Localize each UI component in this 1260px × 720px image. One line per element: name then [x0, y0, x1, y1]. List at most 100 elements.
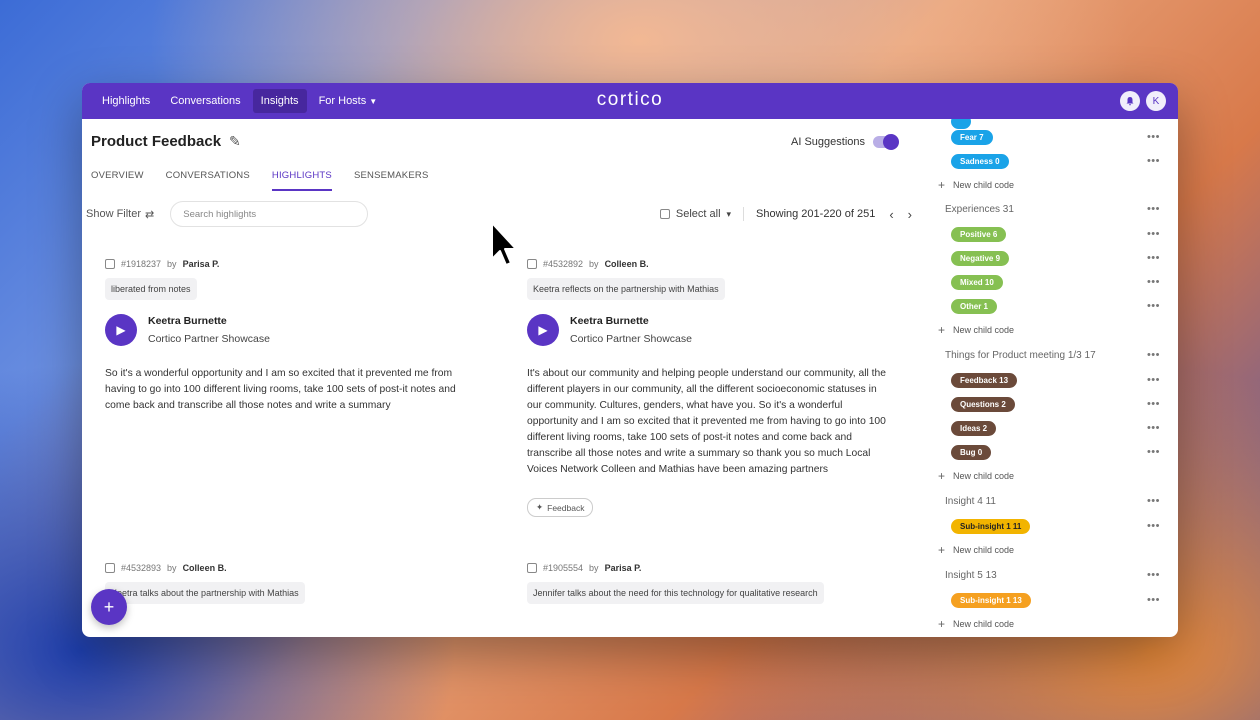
highlight-author: Colleen B.: [182, 563, 227, 573]
plus-icon: +: [938, 323, 946, 337]
more-icon[interactable]: •••: [1147, 276, 1160, 288]
highlight-checkbox[interactable]: [527, 563, 537, 573]
plus-icon: +: [938, 178, 946, 192]
conversation-name: Cortico Partner Showcase: [148, 333, 270, 345]
highlight-checkbox[interactable]: [527, 259, 537, 269]
tab-overview[interactable]: OVERVIEW: [91, 170, 144, 191]
code-pill[interactable]: Mixed 10: [951, 274, 1003, 290]
top-nav-bar: Highlights Conversations Insights For Ho…: [82, 83, 1178, 119]
more-icon[interactable]: •••: [1147, 422, 1160, 434]
toggle-knob: [883, 133, 899, 150]
highlight-card[interactable]: #4532893 by Colleen B. Keetra talks abou…: [105, 563, 495, 604]
user-avatar[interactable]: K: [1146, 91, 1166, 111]
add-button[interactable]: +: [91, 589, 127, 625]
highlight-title: liberated from notes: [105, 278, 197, 300]
feedback-tag[interactable]: ✦ Feedback: [527, 498, 594, 517]
more-icon[interactable]: •••: [1147, 252, 1160, 264]
more-icon[interactable]: •••: [1147, 594, 1160, 606]
more-icon[interactable]: •••: [1147, 520, 1160, 532]
ai-suggestions-toggle[interactable]: [873, 133, 899, 150]
more-icon[interactable]: •••: [1147, 131, 1160, 143]
more-icon[interactable]: •••: [1147, 349, 1160, 361]
select-all-checkbox[interactable]: [659, 209, 670, 219]
code-row: Positive 6 •••: [922, 224, 1178, 244]
bell-icon[interactable]: [1120, 91, 1140, 111]
sparkle-icon: ✦: [536, 502, 544, 512]
code-pill[interactable]: Positive 6: [951, 226, 1007, 242]
more-icon[interactable]: •••: [1147, 300, 1160, 312]
new-child-row[interactable]: + New child code: [922, 540, 1178, 560]
nav-conversations[interactable]: Conversations: [162, 89, 248, 113]
code-pill[interactable]: Other 1: [951, 298, 998, 314]
new-child-row[interactable]: + New child code: [922, 614, 1178, 634]
codebook-panel: . Fear 7 ••• Sadness 0 ••• + New child co…: [922, 119, 1178, 637]
speaker-name: Keetra Burnette: [148, 315, 227, 327]
tab-conversations[interactable]: CONVERSATIONS: [166, 170, 250, 191]
nav-highlights[interactable]: Highlights: [94, 89, 158, 113]
group-row[interactable]: Insight 4 11 •••: [922, 491, 1178, 511]
play-icon[interactable]: ▶: [527, 314, 559, 346]
highlight-id: #1918237: [121, 259, 162, 269]
more-icon[interactable]: •••: [1147, 374, 1160, 386]
code-pill[interactable]: Fear 7: [951, 129, 993, 145]
code-pill[interactable]: Ideas 2: [951, 420, 997, 436]
show-filter-label: Show Filter: [86, 208, 142, 220]
code-pill[interactable]: Sub-insight 1 13: [951, 592, 1031, 608]
page-title: Product Feedback: [91, 133, 222, 150]
highlight-checkbox[interactable]: [105, 259, 115, 269]
more-icon[interactable]: •••: [1147, 446, 1160, 458]
nav-for-hosts-label: For Hosts: [318, 95, 367, 107]
group-row[interactable]: Things for Product meeting 1/3 17 •••: [922, 345, 1178, 365]
more-icon[interactable]: •••: [1147, 155, 1160, 167]
highlight-by: by: [167, 563, 177, 573]
group-row[interactable]: Experiences 31 •••: [922, 199, 1178, 219]
code-pill[interactable]: Negative 9: [951, 250, 1010, 266]
next-page-icon[interactable]: ›: [908, 207, 912, 222]
tab-sensemakers[interactable]: SENSEMAKERS: [354, 170, 429, 191]
plus-icon: +: [938, 469, 946, 483]
code-pill[interactable]: Sadness 0: [951, 153, 1009, 169]
code-row: Fear 7 •••: [922, 127, 1178, 147]
nav-for-hosts[interactable]: For Hosts ▼: [311, 89, 386, 113]
highlight-title: Keetra reflects on the partnership with …: [527, 278, 725, 300]
code-pill[interactable]: Bug 0: [951, 444, 992, 460]
code-row: Other 1 •••: [922, 296, 1178, 316]
speaker-name: Keetra Burnette: [570, 315, 649, 327]
prev-page-icon[interactable]: ‹: [889, 207, 893, 222]
more-icon[interactable]: •••: [1147, 569, 1160, 581]
highlight-author: Parisa P.: [604, 563, 642, 573]
select-all-control[interactable]: Select all ▾: [659, 208, 731, 220]
code-row: Feedback 13 •••: [922, 370, 1178, 390]
new-child-label: New child code: [953, 325, 1015, 335]
highlight-by: by: [589, 563, 599, 573]
code-pill[interactable]: Questions 2: [951, 396, 1015, 412]
new-child-row[interactable]: + New child code: [922, 320, 1178, 340]
more-icon[interactable]: •••: [1147, 398, 1160, 410]
new-child-row[interactable]: + New child code: [922, 466, 1178, 486]
search-input[interactable]: [170, 201, 369, 227]
play-icon[interactable]: ▶: [105, 314, 137, 346]
tag-label: Feedback: [547, 502, 585, 513]
pencil-icon[interactable]: ✎: [229, 133, 241, 150]
nav-insights[interactable]: Insights: [252, 89, 307, 113]
code-row: Ideas 2 •••: [922, 418, 1178, 438]
highlight-id: #4532893: [121, 563, 162, 573]
more-icon[interactable]: •••: [1147, 495, 1160, 507]
group-row[interactable]: Insight 5 13 •••: [922, 565, 1178, 585]
show-filter-button[interactable]: Show Filter ⇄: [86, 208, 154, 221]
group-title: Things for Product meeting 1/3 17: [945, 349, 1096, 361]
new-child-row[interactable]: + New child code: [922, 175, 1178, 195]
highlight-card[interactable]: #4532892 by Colleen B. Keetra reflects o…: [527, 259, 917, 517]
ai-suggestions-label: AI Suggestions: [791, 135, 865, 148]
tab-highlights[interactable]: HIGHLIGHTS: [271, 170, 332, 191]
code-pill[interactable]: Sub-insight 1 11: [951, 518, 1031, 534]
highlight-card[interactable]: #1905554 by Parisa P. Jennifer talks abo…: [527, 563, 917, 604]
filter-arrows-icon: ⇄: [145, 208, 155, 221]
more-icon[interactable]: •••: [1147, 228, 1160, 240]
highlight-checkbox[interactable]: [105, 563, 115, 573]
new-child-label: New child code: [953, 619, 1015, 629]
highlight-author: Colleen B.: [604, 259, 649, 269]
highlight-card[interactable]: #1918237 by Parisa P. liberated from not…: [105, 259, 495, 414]
more-icon[interactable]: •••: [1147, 203, 1160, 215]
code-pill[interactable]: Feedback 13: [951, 372, 1018, 388]
